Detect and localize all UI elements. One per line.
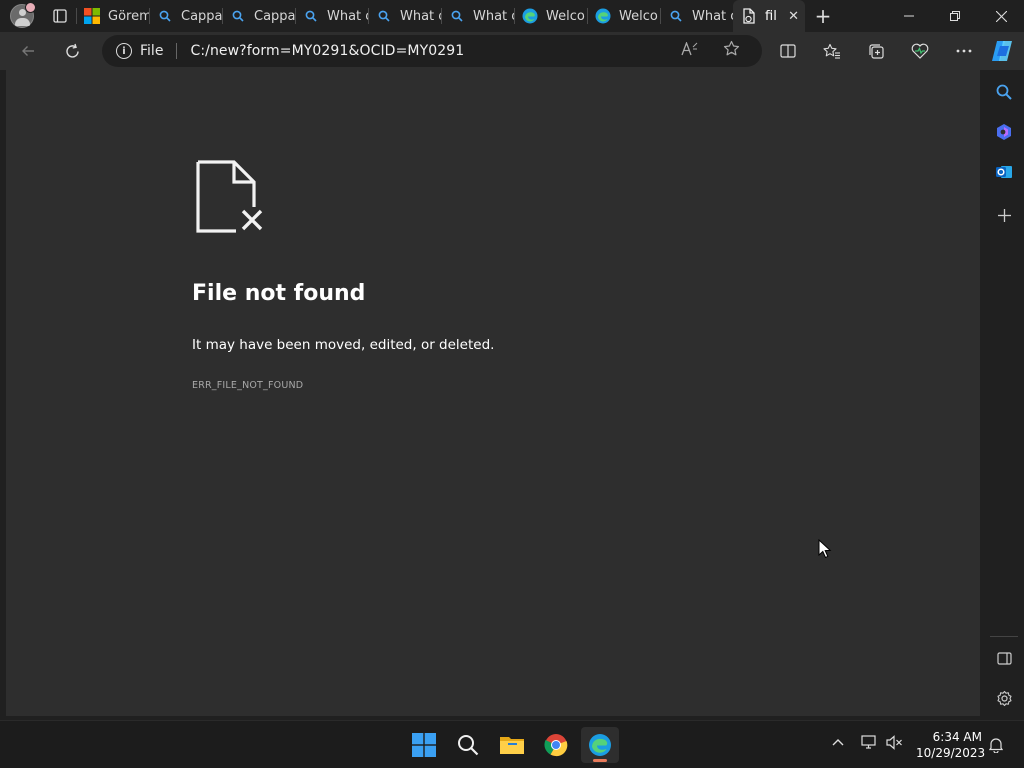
windows-taskbar: 6:34 AM 10/29/2023 [0, 720, 1024, 768]
file-explorer-icon[interactable] [493, 727, 531, 763]
tab-label: What c [400, 8, 441, 24]
favorites-icon[interactable] [810, 34, 854, 68]
read-aloud-icon[interactable] [681, 41, 698, 60]
split-screen-icon[interactable] [766, 34, 810, 68]
clock[interactable]: 6:34 AM 10/29/2023 [916, 729, 986, 761]
network-icon[interactable] [861, 735, 878, 754]
show-hidden-icons-chevron-icon[interactable] [832, 735, 844, 750]
refresh-button[interactable] [55, 34, 89, 68]
collections-icon[interactable] [854, 34, 898, 68]
tab-label: What c [692, 8, 733, 24]
edge-sidebar [984, 70, 1024, 718]
window-controls [886, 0, 1024, 32]
edge-icon [522, 8, 538, 24]
tab-active[interactable]: fil ✕ [733, 0, 805, 32]
close-window-button[interactable] [978, 0, 1024, 32]
copilot-icon[interactable] [988, 37, 1016, 65]
error-description: It may have been moved, edited, or delet… [192, 337, 495, 353]
microsoft-logo-icon [84, 8, 100, 24]
tab-label: Görem [108, 8, 149, 24]
start-button-windows-icon[interactable] [405, 727, 443, 763]
tab-2[interactable]: Cappa [222, 0, 295, 32]
file-not-found-icon [195, 159, 267, 239]
add-sidebar-app-icon[interactable] [990, 201, 1018, 229]
edge-icon [595, 8, 611, 24]
outlook-icon[interactable] [990, 158, 1018, 186]
page-title: File not found [192, 281, 366, 306]
sidebar-settings-gear-icon[interactable] [990, 684, 1018, 712]
notifications-bell-icon[interactable] [988, 737, 1004, 757]
search-icon [303, 8, 319, 24]
search-icon [668, 8, 684, 24]
tab-label: Welco [546, 8, 585, 24]
tab-6[interactable]: Welco [514, 0, 587, 32]
volume-muted-icon[interactable] [886, 735, 903, 754]
info-icon[interactable]: i [116, 43, 132, 59]
more-options-icon[interactable] [942, 34, 986, 68]
clock-date: 10/29/2023 [916, 746, 986, 760]
tab-4[interactable]: What c [368, 0, 441, 32]
tab-3[interactable]: What c [295, 0, 368, 32]
close-tab-icon[interactable]: ✕ [788, 9, 799, 24]
active-app-indicator [593, 759, 607, 762]
address-divider [176, 43, 178, 59]
navigation-toolbar: i File C:/new?form=MY0291&OCID=MY0291 [0, 32, 1024, 70]
clock-time: 6:34 AM [932, 730, 982, 744]
tab-label: Welco [619, 8, 658, 24]
address-bar[interactable]: i File C:/new?form=MY0291&OCID=MY0291 [102, 35, 762, 67]
edge-taskbar-icon[interactable] [581, 727, 619, 763]
taskbar-search-icon[interactable] [449, 727, 487, 763]
sidebar-search-icon[interactable] [990, 78, 1018, 106]
search-icon [449, 8, 465, 24]
url-text[interactable]: C:/new?form=MY0291&OCID=MY0291 [190, 43, 464, 59]
sidebar-divider [990, 636, 1018, 637]
tab-label: What c [473, 8, 514, 24]
tab-0[interactable]: Görem [76, 0, 149, 32]
favorite-star-icon[interactable] [723, 40, 740, 62]
mouse-cursor-icon [818, 538, 832, 563]
tab-8[interactable]: What c [660, 0, 733, 32]
search-icon [230, 8, 246, 24]
file-error-icon [741, 8, 757, 24]
tab-label: Cappa [254, 8, 295, 24]
back-button[interactable] [11, 34, 45, 68]
tab-strip: Görem Cappa Cappa What c What c What c W… [0, 0, 1024, 32]
tab-label: What c [327, 8, 368, 24]
profile-avatar-icon[interactable] [10, 2, 36, 28]
search-icon [157, 8, 173, 24]
chrome-icon[interactable] [537, 727, 575, 763]
page-content: File not found It may have been moved, e… [6, 70, 980, 716]
tab-label: Cappa [181, 8, 222, 24]
new-tab-button[interactable]: + [807, 0, 839, 32]
site-scheme-label[interactable]: File [140, 43, 163, 59]
toolbar-actions [766, 34, 986, 68]
browser-essentials-icon[interactable] [898, 34, 942, 68]
tab-1[interactable]: Cappa [149, 0, 222, 32]
copilot-sidebar-icon[interactable] [990, 118, 1018, 146]
tab-7[interactable]: Welco [587, 0, 660, 32]
tab-actions-icon[interactable] [44, 0, 76, 32]
restore-button[interactable] [932, 0, 978, 32]
tab-5[interactable]: What c [441, 0, 514, 32]
error-code: ERR_FILE_NOT_FOUND [192, 380, 304, 391]
minimize-button[interactable] [886, 0, 932, 32]
tab-label: fil [765, 8, 777, 24]
hide-sidebar-icon[interactable] [990, 644, 1018, 672]
search-icon [376, 8, 392, 24]
